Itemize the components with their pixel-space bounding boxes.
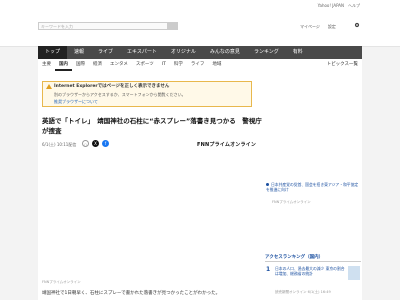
subtab-local[interactable]: 地域 [208,59,225,71]
side-news-source: FNNプライムオンライン [272,200,311,204]
settings-link[interactable]: 設定 [328,24,336,30]
side-news-text: 日本共産党の党首、国会を招き東アジア・和平協定を推進に向け [266,182,359,192]
publisher-logo: FNNプライムオンライン [197,142,257,148]
subtab-science[interactable]: 科学 [170,59,187,71]
subtab-main[interactable]: 主要 [38,59,55,71]
search-button[interactable] [168,22,178,30]
article-lead: 靖国神社で1日朝早く、石柱にスプレーで書かれた落書きが見つかったことがわかった。 [42,291,221,296]
ranking-item-link[interactable]: 日本の人口、過去最大の減少 東京の割合は増加、総務省の統計 [275,266,347,276]
facebook-share-icon[interactable]: f [102,140,109,147]
tab-expert[interactable]: エキスパート [120,46,164,59]
subtab-it[interactable]: IT [158,59,170,71]
tab-opinion[interactable]: みんなの意見 [203,46,247,59]
warning-title: Internet Explorerではページを正しく表示できません [54,84,170,89]
article-date: 6/1(土) 10:11配信 [42,142,77,147]
ranking-divider [265,261,361,262]
mypage-link[interactable]: マイページ [300,24,320,30]
ranking-source: 読売新聞オンライン 6/1(土) 16:49 [275,290,331,294]
yahoo-link[interactable]: Yahoo! JAPAN [318,3,344,9]
tab-original[interactable]: オリジナル [164,46,203,59]
topics-list-link[interactable]: トピックス一覧 [323,59,362,71]
warning-icon [46,84,52,89]
top-links: Yahoo! JAPAN ヘルプ [318,3,360,9]
subtab-economy[interactable]: 経済 [89,59,106,71]
subtab-entertainment[interactable]: エンタメ [106,59,132,71]
ranking-title: アクセスランキング（国内） [265,255,324,260]
subtab-life[interactable]: ライフ [187,59,209,71]
main-nav: トップ 速報 ライブ エキスパート オリジナル みんなの意見 ランキング 有料 [38,46,362,59]
x-share-icon[interactable]: X [92,140,99,147]
subtab-world[interactable]: 国際 [72,59,89,71]
browser-recommend-link[interactable]: 推奨ブラウザーについて [54,99,98,105]
tab-breaking[interactable]: 速報 [67,46,91,59]
warning-text: 別のブラウザーからアクセスするか、スマートフォンから閲覧ください。 [54,92,186,97]
ranking-number: 1 [266,266,271,273]
article-title: 英語で「トイレ」 靖国神社の石柱に“赤スプレー”落書き見つかる 警視庁が捜査 [42,117,262,135]
header-links: マイページ 設定 [300,24,336,30]
search-input[interactable]: キーワードを入力 [38,22,168,30]
tab-live[interactable]: ライブ [91,46,120,59]
tab-paid[interactable]: 有料 [286,46,310,59]
article-source: FNNプライムオンライン [42,280,81,284]
gear-icon[interactable] [354,22,360,28]
side-news-link[interactable]: 日本共産党の党首、国会を招き東アジア・和平協定を推進に向け [266,182,360,192]
help-link[interactable]: ヘルプ [348,3,360,9]
ranking-thumbnail[interactable] [348,266,360,280]
subtab-sports[interactable]: スポーツ [132,59,158,71]
tab-ranking[interactable]: ランキング [247,46,286,59]
comment-icon[interactable]: ○ [82,140,89,147]
subtab-domestic[interactable]: 国内 [55,59,72,71]
top-bar: Yahoo! JAPAN ヘルプ [0,0,400,14]
tab-top[interactable]: トップ [38,46,68,59]
